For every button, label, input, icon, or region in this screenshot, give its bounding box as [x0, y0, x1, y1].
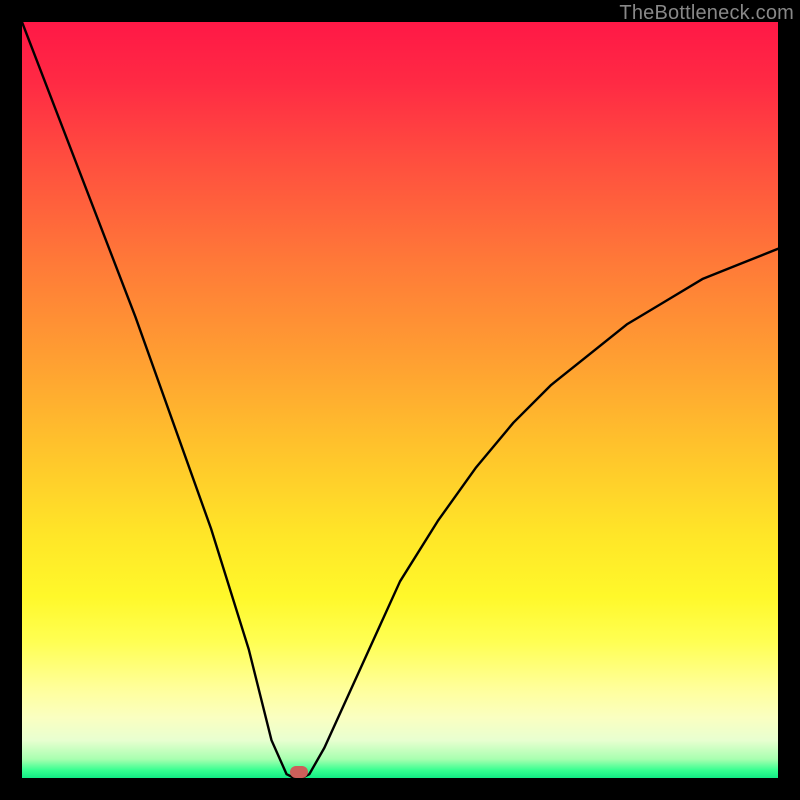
minimum-marker: [290, 766, 308, 778]
bottleneck-curve: [22, 22, 778, 778]
watermark-text: TheBottleneck.com: [619, 2, 794, 25]
chart-plot-area: [22, 22, 778, 778]
